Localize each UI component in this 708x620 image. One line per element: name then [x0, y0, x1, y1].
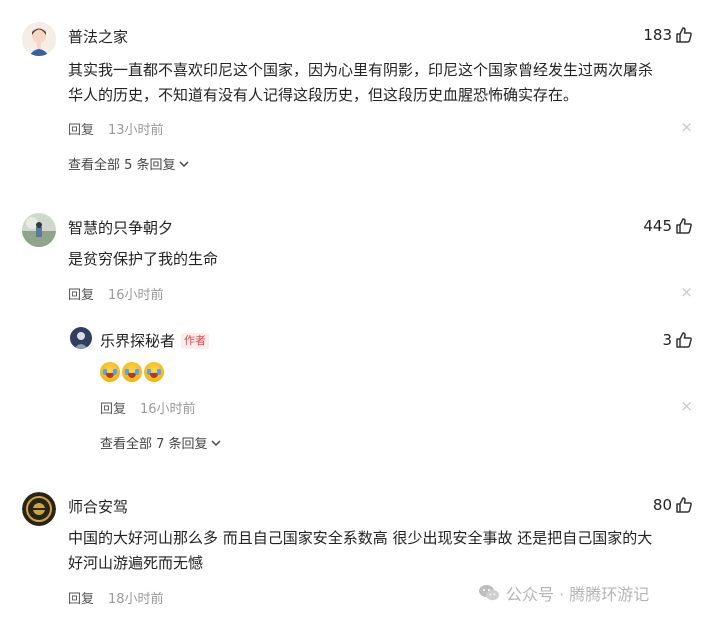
reply-button[interactable]: 回复 [68, 592, 94, 607]
close-icon[interactable]: × [680, 399, 693, 414]
reply-user-name[interactable]: 乐界探秘者 [100, 332, 175, 350]
view-replies-label: 查看全部 5 条回复 [68, 158, 176, 173]
close-icon[interactable]: × [680, 285, 693, 300]
comment-text: 其实我一直都不喜欢印尼这个国家，因为心里有阴影，印尼这个国家曾经发生过两次屠杀 … [68, 58, 688, 108]
like-button[interactable]: 183 [643, 26, 693, 44]
avatar[interactable] [22, 22, 56, 56]
like-count: 183 [643, 26, 672, 44]
comment-username[interactable]: 普法之家 [68, 26, 128, 47]
comment-username[interactable]: 师合安驾 [68, 496, 128, 517]
like-count: 445 [643, 217, 672, 235]
thumbs-up-icon [676, 27, 692, 43]
like-count: 80 [652, 496, 672, 514]
laugh-cry-emoji-icon [122, 362, 142, 382]
comment-text: 是贫穷保护了我的生命 [68, 250, 219, 268]
like-button[interactable]: 3 [662, 331, 693, 349]
timestamp: 18小时前 [108, 592, 164, 607]
avatar[interactable] [22, 213, 56, 247]
comment-meta: 回复 13小时前 [68, 119, 164, 138]
close-icon[interactable]: × [680, 120, 693, 135]
like-button[interactable]: 445 [643, 217, 693, 235]
watermark: 公众号 · 腾腾环游记 [478, 581, 649, 605]
chevron-down-icon [211, 439, 221, 446]
reply-button[interactable]: 回复 [100, 402, 126, 417]
view-replies-label: 查看全部 7 条回复 [100, 437, 208, 452]
view-replies-button[interactable]: 查看全部 7 条回复 [100, 433, 222, 452]
timestamp: 13小时前 [108, 123, 164, 138]
reply-username: 乐界探秘者 作者 [100, 330, 210, 351]
chevron-down-icon [179, 160, 189, 167]
like-button[interactable]: 80 [653, 496, 693, 514]
timestamp: 16小时前 [140, 402, 196, 417]
reply-emoji-content [100, 362, 164, 382]
comment-meta: 回复 18小时前 [68, 588, 164, 607]
comment-meta: 回复 16小时前 [68, 284, 164, 303]
reply-meta: 回复 16小时前 [100, 398, 196, 417]
avatar[interactable] [70, 327, 92, 349]
comment-text-line: 华人的历史，不知道有没有人记得这段历史，但这段历史血腥恐怖确实存在。 [68, 86, 579, 104]
laugh-cry-emoji-icon [100, 362, 120, 382]
view-replies-button[interactable]: 查看全部 5 条回复 [68, 154, 190, 173]
comment-text: 中国的大好河山那么多 而且自己国家安全系数高 很少出现安全事故 还是把自己国家的… [68, 526, 693, 576]
reply-button[interactable]: 回复 [68, 288, 94, 303]
comment-text-line: 好河山游遍死而无憾 [68, 554, 204, 572]
like-count: 3 [662, 331, 672, 349]
author-badge: 作者 [181, 333, 210, 349]
thumbs-up-icon [676, 332, 692, 348]
wechat-icon [479, 585, 499, 601]
comment-username[interactable]: 智慧的只争朝夕 [68, 217, 173, 238]
thumbs-up-icon [676, 497, 692, 513]
comment-text-line: 中国的大好河山那么多 而且自己国家安全系数高 很少出现安全事故 还是把自己国家的… [68, 529, 653, 547]
laugh-cry-emoji-icon [144, 362, 164, 382]
reply-button[interactable]: 回复 [68, 123, 94, 138]
thumbs-up-icon [676, 218, 692, 234]
avatar[interactable] [22, 492, 56, 526]
comment-text-line: 其实我一直都不喜欢印尼这个国家，因为心里有阴影，印尼这个国家曾经发生过两次屠杀 [68, 61, 654, 79]
timestamp: 16小时前 [108, 288, 164, 303]
watermark-text: 公众号 · 腾腾环游记 [506, 585, 650, 604]
